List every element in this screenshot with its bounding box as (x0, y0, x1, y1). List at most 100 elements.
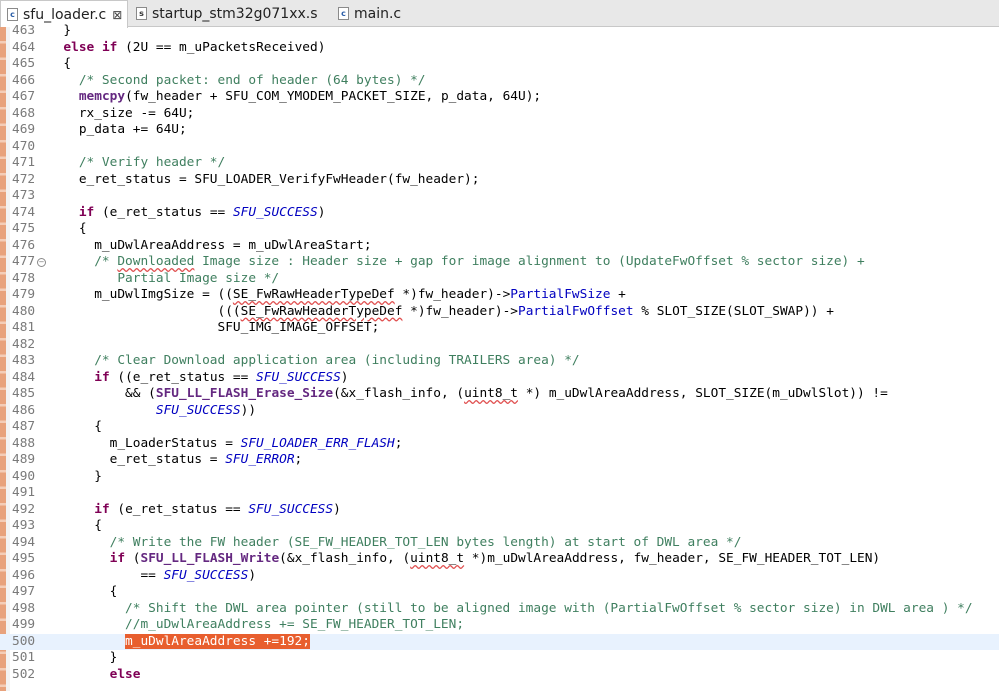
line-number: 486 (12, 402, 36, 418)
code-text: if (e_ret_status == SFU_SUCCESS) (78, 204, 326, 220)
line-number: 493 (12, 518, 36, 533)
c-file-icon: c (338, 7, 349, 20)
line-number: 463 (12, 23, 36, 38)
code-text: /* Second packet: end of header (64 byte… (48, 72, 426, 88)
code-text: } (48, 468, 102, 484)
code-line[interactable]: 484 if ((e_ret_status == SFU_SUCCESS) (0, 370, 999, 387)
code-text: else if (2U == m_uPacketsReceived) (63, 39, 326, 55)
line-number: 500 (12, 633, 36, 649)
code-line[interactable]: 500 m_uDwlAreaAddress +=192; (0, 633, 999, 651)
code-text: //m_uDwlAreaAddress += SE_FW_HEADER_TOT_… (48, 617, 465, 632)
line-number: 496 (12, 567, 36, 583)
code-line[interactable]: 490 } (0, 469, 999, 486)
code-text: if (e_ret_status == SFU_SUCCESS) (94, 501, 341, 517)
tab-label: sfu_loader.c (23, 6, 107, 23)
code-line[interactable]: 495 if (SFU_LL_FLASH_Write(&x_flash_info… (0, 551, 999, 568)
code-text: m_uDwlAreaAddress = m_uDwlAreaStart; (48, 237, 372, 253)
fold-toggle-icon[interactable]: − (37, 258, 46, 267)
close-icon[interactable]: ⊠ (112, 8, 122, 22)
code-line[interactable]: 463 } (0, 23, 999, 40)
line-number: 480 (12, 303, 36, 319)
code-text: if ((e_ret_status == SFU_SUCCESS) (94, 369, 349, 385)
code-line[interactable]: 471 /* Verify header */ (0, 155, 999, 172)
line-number: 465 (12, 56, 36, 71)
line-number: 469 (12, 122, 36, 137)
code-text: m_LoaderStatus = SFU_LOADER_ERR_FLASH; (48, 435, 403, 451)
code-line[interactable]: 482 (0, 337, 999, 354)
code-text: { (48, 584, 118, 599)
code-text: if (SFU_LL_FLASH_Write(&x_flash_info, (u… (109, 551, 881, 566)
line-number: 501 (12, 650, 36, 665)
tab-label: main.c (354, 5, 402, 22)
code-line[interactable]: 464 else if (2U == m_uPacketsReceived) (0, 40, 999, 57)
code-line[interactable]: 466 /* Second packet: end of header (64 … (0, 73, 999, 90)
code-line[interactable]: 483 /* Clear Download application area (… (0, 353, 999, 370)
line-number: 491 (12, 485, 36, 500)
code-line[interactable]: 479 m_uDwlImgSize = ((SE_FwRawHeaderType… (0, 287, 999, 304)
code-line[interactable]: 497 { (0, 584, 999, 601)
code-line[interactable]: 485 && (SFU_LL_FLASH_Erase_Size(&x_flash… (0, 386, 999, 403)
line-number: 475 (12, 221, 36, 236)
line-number: 473 (12, 188, 36, 203)
code-text: SFU_IMG_IMAGE_OFFSET; (48, 320, 380, 335)
line-number: 467 (12, 89, 36, 104)
code-line[interactable]: 488 m_LoaderStatus = SFU_LOADER_ERR_FLAS… (0, 436, 999, 453)
code-text: (((SE_FwRawHeaderTypeDef *)fw_header)->P… (48, 303, 834, 319)
line-number: 497 (12, 584, 36, 599)
line-number: 498 (12, 600, 36, 616)
code-text: else (109, 666, 141, 682)
line-number: 466 (12, 72, 36, 88)
code-line[interactable]: 467 memcpy(fw_header + SFU_COM_YMODEM_PA… (0, 89, 999, 106)
code-line[interactable]: 465 { (0, 56, 999, 73)
line-number: 502 (12, 666, 36, 682)
code-line[interactable]: 473 (0, 188, 999, 205)
code-text: { (48, 221, 87, 236)
code-line[interactable]: 492 if (e_ret_status == SFU_SUCCESS) (0, 502, 999, 519)
code-line[interactable]: 477− /* Downloaded Image size : Header s… (0, 254, 999, 271)
code-line[interactable]: 489 e_ret_status = SFU_ERROR; (0, 452, 999, 469)
code-text: SFU_SUCCESS)) (155, 402, 257, 418)
code-line[interactable]: 480 (((SE_FwRawHeaderTypeDef *)fw_header… (0, 304, 999, 321)
code-line[interactable]: 474 if (e_ret_status == SFU_SUCCESS) (0, 205, 999, 222)
code-text: Partial Image size */ (48, 270, 280, 286)
code-line[interactable]: 501 } (0, 650, 999, 667)
line-number: 488 (12, 435, 36, 451)
code-line[interactable]: 491 (0, 485, 999, 502)
line-number: 474 (12, 204, 36, 220)
line-number: 479 (12, 287, 36, 302)
c-file-icon: c (7, 8, 18, 21)
line-number: 484 (12, 369, 36, 385)
line-number: 490 (12, 468, 36, 484)
line-number: 471 (12, 155, 36, 170)
code-text: { (48, 56, 72, 71)
line-number: 489 (12, 452, 36, 467)
code-line[interactable]: 476 m_uDwlAreaAddress = m_uDwlAreaStart; (0, 238, 999, 255)
line-number: 472 (12, 171, 36, 187)
code-line[interactable]: 487 { (0, 419, 999, 436)
code-line[interactable]: 468 rx_size -= 64U; (0, 106, 999, 123)
line-number: 478 (12, 270, 36, 286)
code-line[interactable]: 475 { (0, 221, 999, 238)
code-editor[interactable]: 463 } 464 else if (2U == m_uPacketsReceiv… (0, 23, 999, 691)
code-line[interactable]: 481 SFU_IMG_IMAGE_OFFSET; (0, 320, 999, 337)
code-line[interactable]: 499 //m_uDwlAreaAddress += SE_FW_HEADER_… (0, 617, 999, 634)
code-line[interactable]: 486 SFU_SUCCESS)) (0, 403, 999, 420)
code-line[interactable]: 472 e_ret_status = SFU_LOADER_VerifyFwHe… (0, 172, 999, 189)
code-line[interactable]: 469 p_data += 64U; (0, 122, 999, 139)
line-number: 492 (12, 501, 36, 517)
code-text: m_uDwlAreaAddress +=192; (48, 633, 310, 651)
code-line[interactable]: 496 == SFU_SUCCESS) (0, 568, 999, 585)
line-number: 481 (12, 320, 36, 335)
code-text: e_ret_status = SFU_ERROR; (48, 452, 303, 467)
line-number: 485 (12, 386, 36, 401)
code-line[interactable]: 478 Partial Image size */ (0, 271, 999, 288)
code-line[interactable]: 502 else (0, 667, 999, 684)
code-line[interactable]: 493 { (0, 518, 999, 535)
code-line[interactable]: 494 /* Write the FW header (SE_FW_HEADER… (0, 535, 999, 552)
code-text: /* Verify header */ (48, 155, 226, 170)
code-line[interactable]: 470 (0, 139, 999, 156)
code-line[interactable]: 498 /* Shift the DWL area pointer (still… (0, 601, 999, 618)
line-number: 494 (12, 534, 36, 550)
code-text: p_data += 64U; (48, 122, 187, 137)
code-text: } (48, 23, 72, 38)
